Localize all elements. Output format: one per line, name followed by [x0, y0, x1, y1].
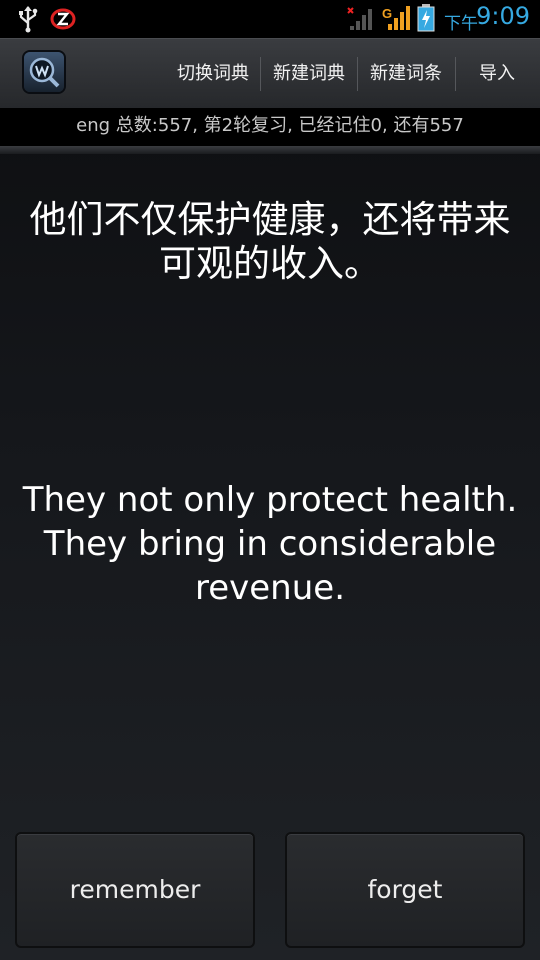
card-answer: They not only protect health. They bring…	[22, 480, 518, 608]
remember-button[interactable]: remember	[15, 832, 255, 948]
status-time-prefix: 下午	[444, 14, 478, 34]
menu-new-dictionary[interactable]: 新建词典	[262, 39, 356, 109]
menu-divider	[455, 57, 456, 91]
screen: G 下午 9:09 切换词典 新建词典 新建词条 导入 eng 总数:557, …	[0, 0, 540, 960]
menu-import[interactable]: 导入	[457, 39, 537, 109]
notification-z-icon	[50, 7, 76, 35]
no-signal-icon	[346, 6, 372, 36]
status-time: 9:09	[476, 2, 530, 30]
menu-new-entry[interactable]: 新建词条	[359, 39, 453, 109]
network-type-label: G	[382, 6, 392, 21]
divider	[0, 146, 540, 154]
usb-icon	[16, 5, 40, 37]
menu-divider	[357, 57, 358, 91]
status-bar: G 下午 9:09	[0, 0, 540, 38]
app-logo-icon[interactable]	[24, 52, 64, 92]
forget-button[interactable]: forget	[285, 832, 525, 948]
cell-signal-icon: G	[382, 4, 410, 36]
review-summary: eng 总数:557, 第2轮复习, 已经记住0, 还有557	[0, 108, 540, 146]
menu-switch-dictionary[interactable]: 切换词典	[166, 39, 260, 109]
action-bar: 切换词典 新建词典 新建词条 导入	[0, 38, 540, 108]
battery-charging-icon	[417, 4, 435, 36]
card-question: 他们不仅保护健康，还将带来可观的收入。	[29, 198, 511, 285]
menu-divider	[260, 57, 261, 91]
